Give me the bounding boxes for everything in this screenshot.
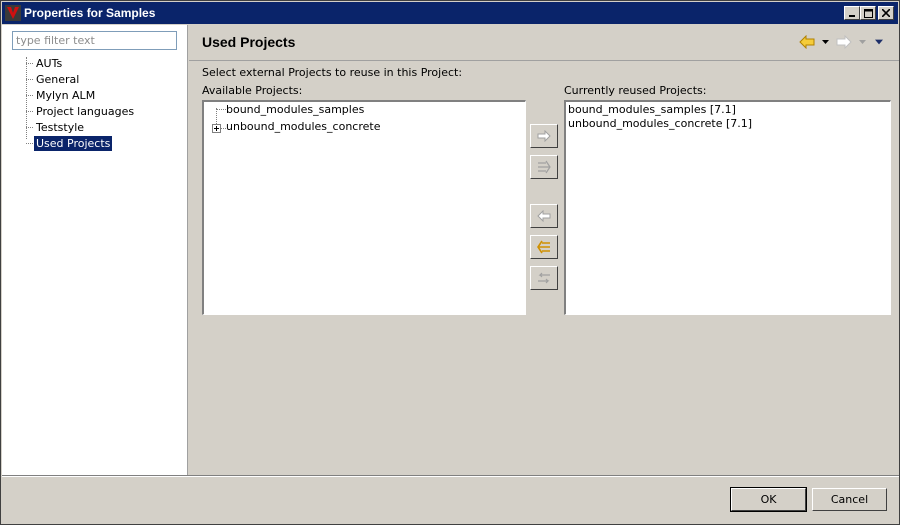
back-arrow-icon <box>799 35 815 49</box>
remove-button[interactable] <box>530 204 558 228</box>
forward-button[interactable] <box>834 33 854 51</box>
forward-arrow-icon <box>836 35 852 49</box>
view-menu-icon <box>875 39 883 45</box>
tree-guide-line <box>216 109 226 110</box>
page-description: Select external Projects to reuse in thi… <box>202 66 463 79</box>
swap-arrows-icon <box>538 272 550 284</box>
tree-guide-line <box>26 143 33 144</box>
sidebar-item-used-projects[interactable]: Used Projects <box>34 136 113 151</box>
swap-button[interactable] <box>530 266 558 290</box>
page-content: Used Projects Select external Projects t… <box>189 25 899 475</box>
maximize-icon <box>863 8 873 18</box>
sidebar-item-teststyle[interactable]: Teststyle <box>34 120 86 135</box>
app-icon <box>5 5 21 21</box>
cancel-button[interactable]: Cancel <box>812 488 887 511</box>
back-history-dropdown[interactable] <box>821 37 829 47</box>
tree-guide-line <box>26 79 33 80</box>
ok-button[interactable]: OK <box>730 487 807 512</box>
sidebar-item-auts[interactable]: AUTs <box>34 56 64 71</box>
arrow-left-icon <box>537 210 551 222</box>
reused-projects-list[interactable]: bound_modules_samples [7.1] unbound_modu… <box>564 100 891 315</box>
back-button[interactable] <box>797 33 817 51</box>
forward-history-dropdown[interactable] <box>858 37 866 47</box>
close-button[interactable] <box>878 6 894 20</box>
arrow-right-icon <box>537 130 551 142</box>
tree-guide-line <box>26 111 33 112</box>
tree-guide-line <box>216 108 217 124</box>
filter-input[interactable] <box>12 31 177 50</box>
remove-all-button[interactable] <box>530 235 558 259</box>
sidebar-item-project-languages[interactable]: Project languages <box>34 104 136 119</box>
minimize-icon <box>849 15 855 17</box>
tree-guide-line <box>26 95 33 96</box>
close-icon <box>882 9 890 17</box>
title-bar[interactable]: Properties for Samples <box>2 2 898 24</box>
chevron-down-icon <box>858 40 866 44</box>
available-projects-tree[interactable]: bound_modules_samples unbound_modules_co… <box>202 100 526 315</box>
maximize-button[interactable] <box>860 6 876 20</box>
list-item[interactable]: bound_modules_samples <box>226 102 364 117</box>
double-arrow-left-icon <box>537 240 550 254</box>
sidebar-item-general[interactable]: General <box>34 72 81 87</box>
list-item[interactable]: unbound_modules_concrete <box>226 119 380 134</box>
button-bar-separator <box>2 475 899 477</box>
preference-tree-pane: AUTs General Mylyn ALM Project languages… <box>2 25 188 475</box>
properties-dialog: Properties for Samples AUTs General Myly… <box>0 0 900 525</box>
reused-projects-label: Currently reused Projects: <box>564 84 707 97</box>
tree-guide-line <box>26 127 33 128</box>
list-item[interactable]: unbound_modules_concrete [7.1] <box>568 116 752 131</box>
available-projects-label: Available Projects: <box>202 84 303 97</box>
sidebar-item-mylyn-alm[interactable]: Mylyn ALM <box>34 88 97 103</box>
window-title: Properties for Samples <box>24 6 156 20</box>
expand-icon[interactable] <box>212 124 221 133</box>
tree-guide-line <box>26 63 33 64</box>
page-header: Used Projects <box>189 25 899 61</box>
page-title: Used Projects <box>202 34 296 50</box>
view-menu-button[interactable] <box>875 37 883 47</box>
chevron-down-icon <box>821 40 829 44</box>
list-item[interactable]: bound_modules_samples [7.1] <box>568 102 736 117</box>
double-arrow-right-icon <box>538 160 551 174</box>
minimize-button[interactable] <box>844 6 860 20</box>
add-all-button[interactable] <box>530 155 558 179</box>
add-button[interactable] <box>530 124 558 148</box>
